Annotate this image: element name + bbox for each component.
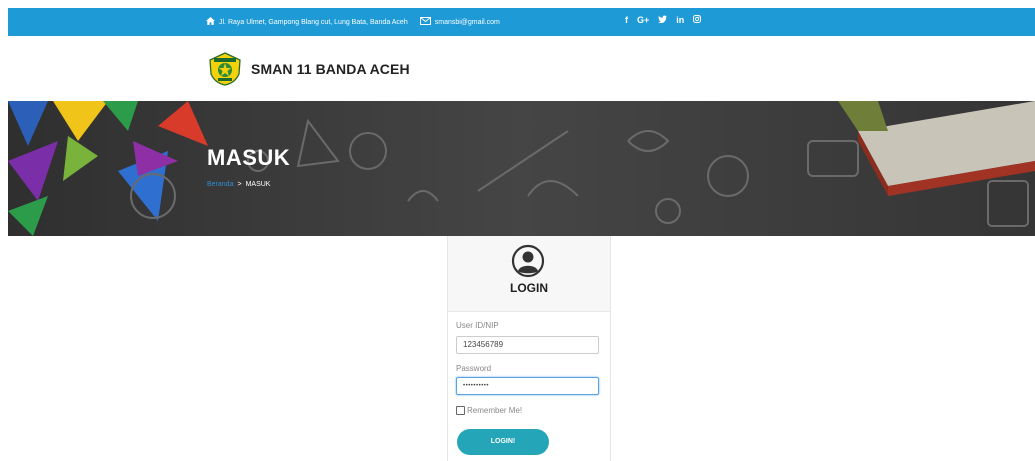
facebook-icon[interactable]: f [625,15,628,25]
page-header-banner: MASUK Beranda > MASUK [8,101,1035,236]
email-link[interactable]: smansbi@gmail.com [435,19,500,26]
user-id-label: User ID/NIP [456,321,499,330]
linkedin-icon[interactable]: in [676,15,684,25]
user-id-input[interactable]: 123456789 [456,336,599,354]
site-brand[interactable]: SMAN 11 BANDA ACEH [208,52,410,86]
login-title: LOGIN [510,281,548,295]
page-title: MASUK [207,145,291,170]
login-button[interactable]: LOGIN! [457,429,549,455]
login-panel: LOGIN User ID/NIP 123456789 Password •••… [447,236,611,461]
breadcrumb-separator: > [237,181,242,188]
login-panel-header: LOGIN [448,236,610,312]
remember-label: Remember Me! [467,406,523,415]
user-circle-icon [511,244,545,283]
address-text: Jl. Raya Ulmet, Gampong Blang cut, Lung … [219,18,408,26]
school-name: SMAN 11 BANDA ACEH [251,61,410,77]
instagram-icon[interactable] [693,15,702,25]
envelope-icon [419,17,431,27]
home-icon [206,17,215,27]
breadcrumb: Beranda > MASUK [207,181,270,188]
school-logo-icon [208,52,242,86]
breadcrumb-home-link[interactable]: Beranda [207,181,233,188]
remember-checkbox[interactable] [456,406,465,415]
password-label: Password [456,364,492,373]
social-links: f G+ in [625,15,702,25]
contact-info: Jl. Raya Ulmet, Gampong Blang cut, Lung … [206,17,500,27]
google-plus-icon[interactable]: G+ [637,15,649,25]
top-contact-bar: Jl. Raya Ulmet, Gampong Blang cut, Lung … [8,8,1035,36]
breadcrumb-current: MASUK [245,181,271,188]
remember-me[interactable]: Remember Me! [456,406,522,415]
twitter-icon[interactable] [658,15,668,25]
chalkboard-background [8,101,1035,236]
password-input[interactable]: •••••••••• [456,377,599,395]
